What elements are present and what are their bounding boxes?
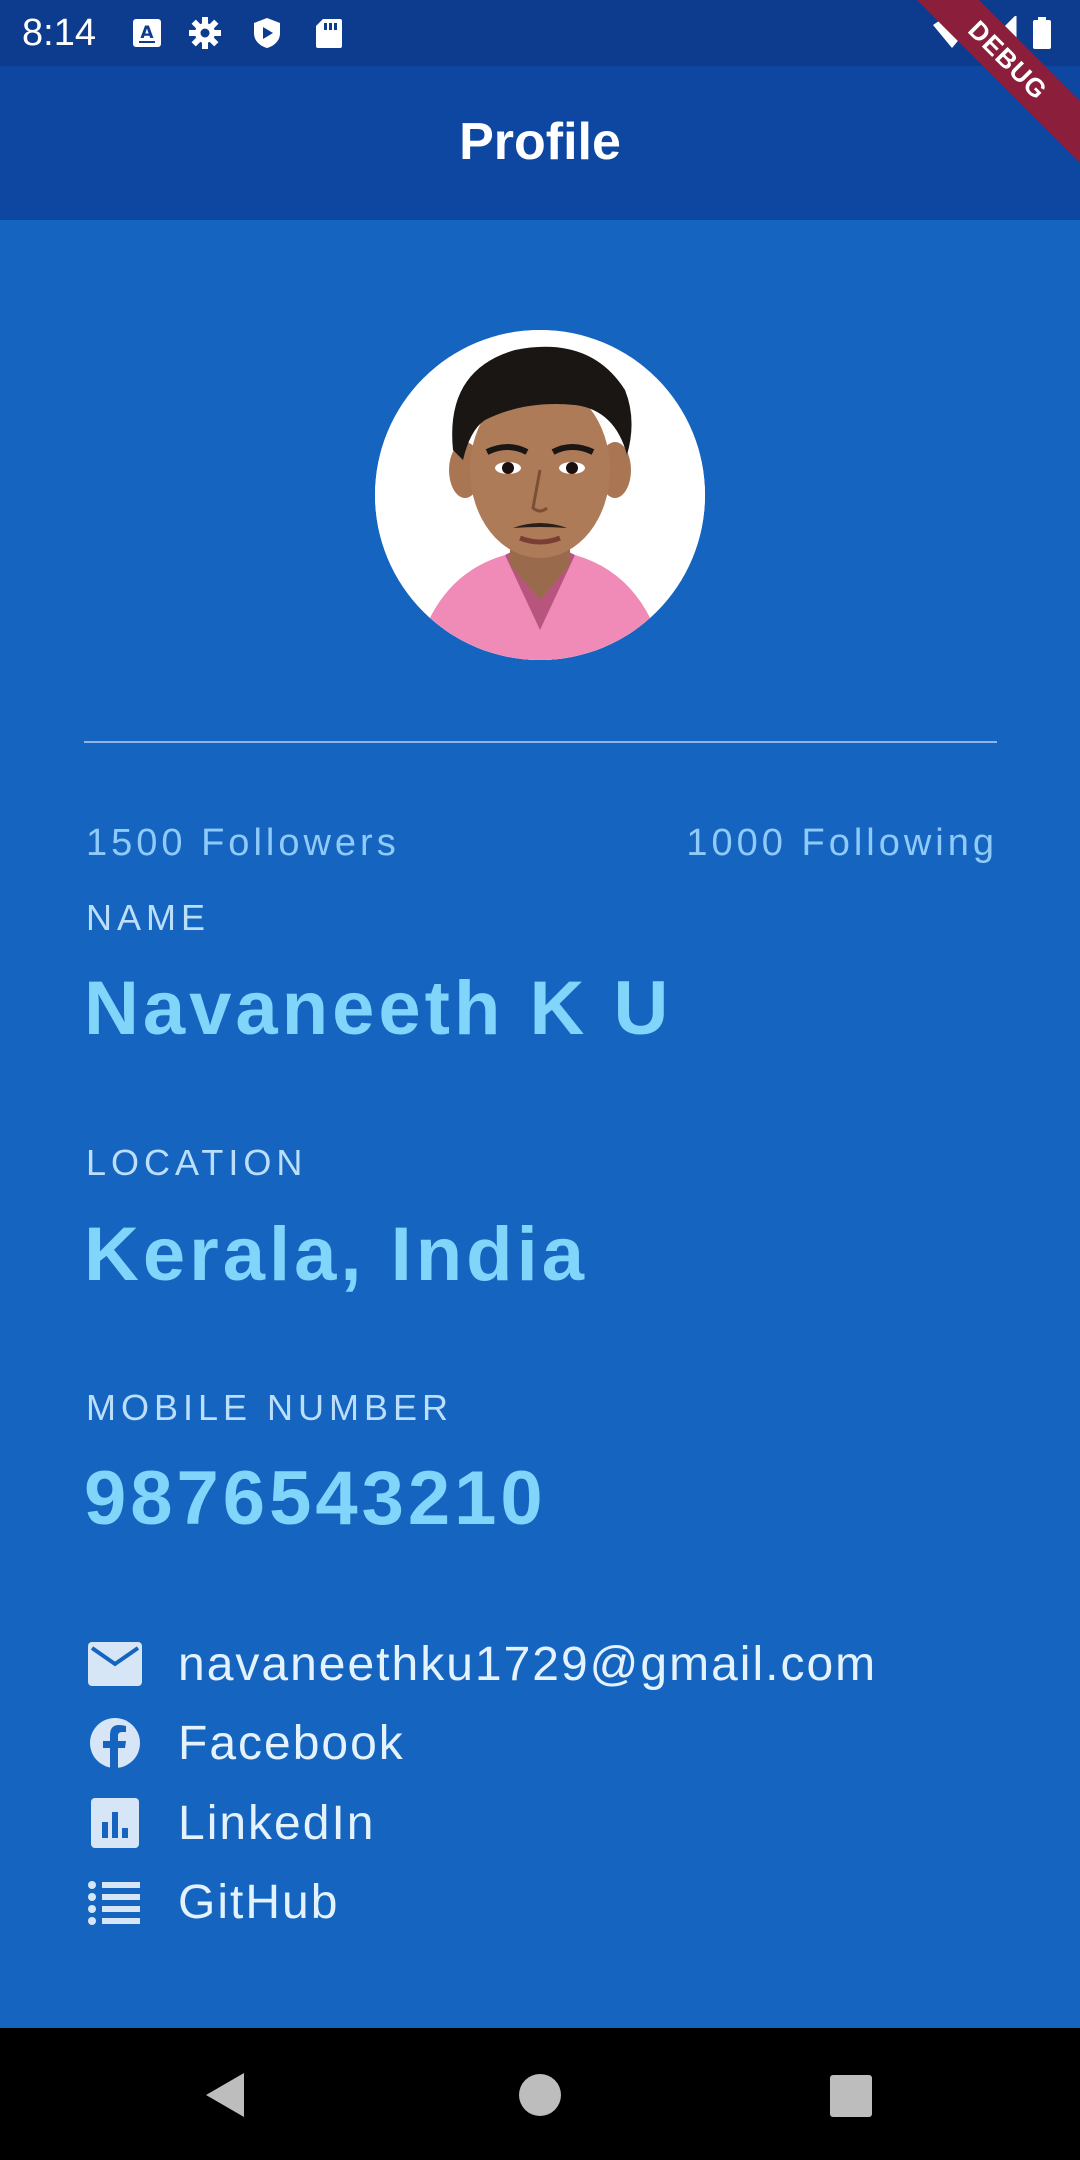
status-time: 8:14 bbox=[22, 12, 96, 54]
home-icon[interactable] bbox=[505, 2060, 575, 2130]
contact-github-label: GitHub bbox=[178, 1876, 340, 1929]
contact-facebook-label: Facebook bbox=[178, 1717, 405, 1770]
profile-photo bbox=[375, 330, 705, 660]
text-a-icon: A bbox=[133, 19, 161, 47]
divider bbox=[84, 741, 997, 743]
battery-icon bbox=[1033, 17, 1051, 49]
facebook-icon bbox=[90, 1718, 140, 1768]
profile-content: 1500 Followers 1000 Following NAME Navan… bbox=[0, 220, 1080, 2028]
app-bar: Profile bbox=[0, 66, 1080, 220]
location-label: LOCATION bbox=[86, 1142, 308, 1183]
status-bar: 8:14 A bbox=[0, 0, 1080, 66]
recents-icon[interactable] bbox=[815, 2060, 885, 2130]
name-value: Navaneeth K U bbox=[84, 966, 673, 1051]
contact-email[interactable]: navaneethku1729@gmail.com bbox=[86, 1634, 986, 1694]
svg-text:A: A bbox=[140, 23, 154, 43]
github-list-icon bbox=[88, 1881, 140, 1925]
mobile-label: MOBILE NUMBER bbox=[86, 1387, 454, 1428]
contact-email-label: navaneethku1729@gmail.com bbox=[178, 1638, 878, 1691]
avatar[interactable] bbox=[375, 330, 705, 660]
contact-linkedin[interactable]: LinkedIn bbox=[86, 1793, 986, 1853]
following-count: 1000 Following bbox=[686, 822, 998, 864]
contact-github[interactable]: GitHub bbox=[86, 1872, 986, 1932]
mail-icon bbox=[88, 1642, 142, 1686]
contact-facebook[interactable]: Facebook bbox=[86, 1713, 986, 1773]
page-title: Profile bbox=[459, 113, 621, 171]
system-nav-bar bbox=[0, 2028, 1080, 2160]
back-icon[interactable] bbox=[190, 2060, 260, 2130]
contact-linkedin-label: LinkedIn bbox=[178, 1797, 376, 1850]
name-label: NAME bbox=[86, 897, 211, 938]
mobile-value: 9876543210 bbox=[84, 1456, 547, 1541]
followers-count: 1500 Followers bbox=[86, 822, 400, 864]
gear-icon bbox=[189, 17, 221, 49]
play-protect-icon bbox=[254, 18, 280, 48]
location-value: Kerala, India bbox=[84, 1212, 588, 1297]
sd-card-icon bbox=[316, 19, 342, 48]
linkedin-icon bbox=[91, 1798, 139, 1848]
profile-screen: 8:14 A Profile DEBUG 1500 Followers 1000… bbox=[0, 0, 1080, 2160]
